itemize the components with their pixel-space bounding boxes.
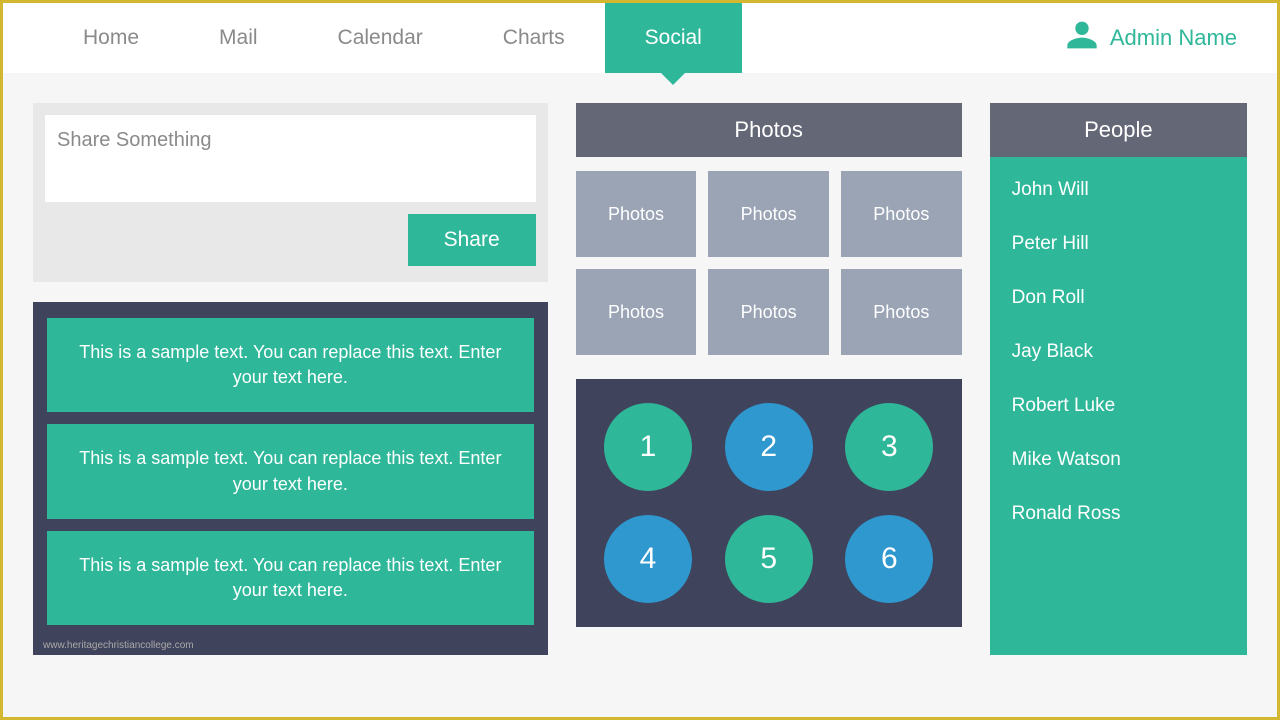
- post-item[interactable]: This is a sample text. You can replace t…: [47, 424, 534, 518]
- middle-column: Photos Photos Photos Photos Photos Photo…: [576, 103, 962, 655]
- photo-cell[interactable]: Photos: [576, 171, 697, 257]
- nav-social[interactable]: Social: [605, 3, 742, 73]
- right-column: People John Will Peter Hill Don Roll Jay…: [990, 103, 1247, 655]
- nav-charts[interactable]: Charts: [463, 3, 605, 73]
- number-circle-1[interactable]: 1: [604, 403, 692, 491]
- photo-cell[interactable]: Photos: [841, 269, 962, 355]
- left-column: Share Something Share This is a sample t…: [33, 103, 548, 655]
- share-button[interactable]: Share: [408, 214, 536, 266]
- people-header: People: [990, 103, 1247, 157]
- photos-panel: Photos Photos Photos Photos Photos Photo…: [576, 103, 962, 355]
- photo-cell[interactable]: Photos: [708, 171, 829, 257]
- photos-header: Photos: [576, 103, 962, 157]
- number-circle-4[interactable]: 4: [604, 515, 692, 603]
- number-circle-3[interactable]: 3: [845, 403, 933, 491]
- people-item[interactable]: Jay Black: [1012, 341, 1225, 363]
- photo-cell[interactable]: Photos: [708, 269, 829, 355]
- post-item[interactable]: This is a sample text. You can replace t…: [47, 318, 534, 412]
- post-item[interactable]: This is a sample text. You can replace t…: [47, 531, 534, 625]
- people-item[interactable]: Ronald Ross: [1012, 503, 1225, 525]
- nav-calendar[interactable]: Calendar: [298, 3, 463, 73]
- nav: Home Mail Calendar Charts Social: [43, 3, 742, 73]
- numbers-panel: 1 2 3 4 5 6: [576, 379, 962, 627]
- photo-cell[interactable]: Photos: [841, 171, 962, 257]
- user-icon: [1066, 19, 1098, 57]
- share-box: Share Something Share: [33, 103, 548, 282]
- nav-mail[interactable]: Mail: [179, 3, 298, 73]
- user-name: Admin Name: [1110, 25, 1237, 51]
- photos-grid: Photos Photos Photos Photos Photos Photo…: [576, 171, 962, 355]
- people-item[interactable]: Don Roll: [1012, 287, 1225, 309]
- photo-cell[interactable]: Photos: [576, 269, 697, 355]
- user-area[interactable]: Admin Name: [1066, 3, 1237, 73]
- share-input[interactable]: Share Something: [45, 115, 536, 202]
- people-item[interactable]: Mike Watson: [1012, 449, 1225, 471]
- people-item[interactable]: Peter Hill: [1012, 233, 1225, 255]
- people-list: John Will Peter Hill Don Roll Jay Black …: [990, 157, 1247, 655]
- people-item[interactable]: John Will: [1012, 179, 1225, 201]
- people-item[interactable]: Robert Luke: [1012, 395, 1225, 417]
- content: Share Something Share This is a sample t…: [3, 73, 1277, 675]
- nav-home[interactable]: Home: [43, 3, 179, 73]
- posts-panel: This is a sample text. You can replace t…: [33, 302, 548, 655]
- topbar: Home Mail Calendar Charts Social Admin N…: [3, 3, 1277, 73]
- number-circle-5[interactable]: 5: [725, 515, 813, 603]
- watermark: www.heritagechristiancollege.com: [43, 640, 194, 651]
- number-circle-6[interactable]: 6: [845, 515, 933, 603]
- number-circle-2[interactable]: 2: [725, 403, 813, 491]
